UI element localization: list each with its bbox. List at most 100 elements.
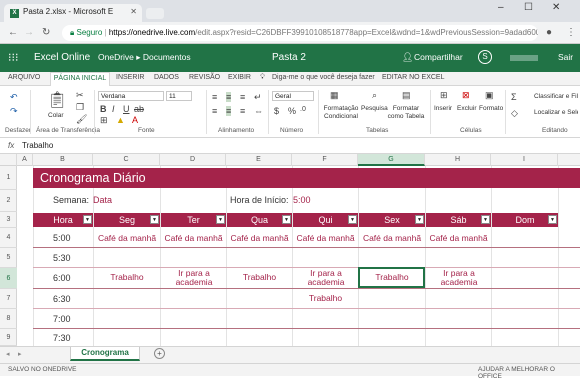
row-header[interactable]: 7 bbox=[0, 289, 17, 309]
paste-button[interactable]: Colar bbox=[48, 112, 64, 119]
search-button[interactable]: Pesquisa bbox=[361, 105, 388, 112]
schedule-title[interactable]: Cronograma Diário bbox=[33, 168, 580, 188]
signout-button[interactable]: Sair bbox=[558, 52, 573, 62]
worksheet[interactable]: Cronograma Diário Semana: Data Hora de I… bbox=[17, 166, 580, 346]
align-center-icon[interactable]: ≡ bbox=[226, 106, 232, 116]
filter-dropdown-icon[interactable]: ▼ bbox=[83, 215, 92, 224]
profile-icon[interactable]: ● bbox=[546, 27, 552, 38]
filter-dropdown-icon[interactable]: ▼ bbox=[348, 215, 357, 224]
undo-icon[interactable]: ↶ bbox=[10, 92, 18, 103]
clear-icon[interactable]: ◇ bbox=[511, 108, 518, 119]
row-header[interactable]: 5 bbox=[0, 248, 17, 268]
day-header-tue[interactable]: Ter ▼ bbox=[161, 213, 226, 227]
filter-dropdown-icon[interactable]: ▼ bbox=[216, 215, 225, 224]
tab-review[interactable]: REVISÃO bbox=[189, 74, 220, 81]
filter-dropdown-icon[interactable]: ▼ bbox=[415, 215, 424, 224]
document-title[interactable]: Pasta 2 bbox=[272, 52, 306, 63]
time-cell[interactable]: 6:00 bbox=[53, 273, 71, 283]
share-button[interactable]: Compartilhar bbox=[414, 52, 463, 62]
delete-button[interactable]: Excluir bbox=[457, 105, 477, 112]
day-header-sat[interactable]: Sáb ▼ bbox=[426, 213, 491, 227]
browser-tab[interactable]: X Pasta 2.xlsx - Microsoft E ✕ bbox=[4, 4, 142, 22]
tell-me-input[interactable]: Diga-me o que você deseja fazer bbox=[272, 74, 375, 81]
column-header[interactable]: G bbox=[358, 154, 425, 166]
row-header[interactable]: 9 bbox=[0, 329, 17, 346]
schedule-cell[interactable]: Café da manhã bbox=[161, 234, 226, 243]
insert-button[interactable]: Inserir bbox=[434, 105, 452, 112]
search-icon[interactable]: ⌕ bbox=[372, 90, 377, 101]
url-input[interactable]: 🔒︎ Seguro | https://onedrive.live.com/ed… bbox=[62, 25, 538, 41]
column-header[interactable]: F bbox=[292, 154, 358, 166]
browser-menu-icon[interactable]: ⋮ bbox=[566, 27, 576, 38]
column-header[interactable]: I bbox=[491, 154, 558, 166]
day-header-wed[interactable]: Qua ▼ bbox=[227, 213, 292, 227]
minimize-icon[interactable]: – bbox=[498, 2, 504, 13]
skype-icon[interactable]: S bbox=[478, 50, 492, 64]
conditional-format-icon[interactable]: ▦ bbox=[330, 90, 339, 101]
tab-file[interactable]: ARQUIVO bbox=[8, 74, 40, 81]
row-header[interactable]: 6 bbox=[0, 268, 17, 289]
conditional-format-button[interactable]: Formatação Condicional bbox=[320, 105, 362, 121]
delete-cells-icon[interactable]: ⊠ bbox=[462, 90, 470, 101]
align-bottom-icon[interactable]: ≡ bbox=[240, 92, 245, 102]
fx-icon[interactable]: fx bbox=[8, 141, 14, 150]
schedule-cell[interactable]: Trabalho bbox=[293, 294, 358, 303]
increase-decimal-icon[interactable]: .0 bbox=[300, 106, 306, 113]
column-header[interactable]: B bbox=[33, 154, 93, 166]
close-tab-icon[interactable]: ✕ bbox=[130, 7, 137, 16]
add-sheet-icon[interactable]: + bbox=[154, 348, 165, 359]
wrap-text-icon[interactable]: ↵ bbox=[254, 92, 262, 103]
schedule-cell[interactable]: Ir para a academia bbox=[438, 269, 480, 287]
format-table-button[interactable]: Formatar como Tabela bbox=[385, 105, 427, 121]
underline-icon[interactable]: U bbox=[123, 104, 130, 114]
format-cells-icon[interactable]: ▣ bbox=[485, 90, 494, 101]
close-window-icon[interactable]: ✕ bbox=[552, 2, 560, 13]
merge-center-icon[interactable]: ⇔ bbox=[254, 106, 263, 116]
sort-filter-button[interactable]: Classificar e Filtrar bbox=[534, 93, 578, 100]
hour-header[interactable]: Hora ▼ bbox=[33, 213, 93, 227]
row-header[interactable]: 8 bbox=[0, 309, 17, 329]
new-tab-button[interactable] bbox=[146, 8, 164, 19]
filter-dropdown-icon[interactable]: ▼ bbox=[481, 215, 490, 224]
breadcrumb[interactable]: OneDrive ▸ Documentos bbox=[98, 52, 191, 63]
column-header[interactable]: C bbox=[93, 154, 160, 166]
italic-icon[interactable]: I bbox=[112, 104, 115, 114]
percent-icon[interactable]: % bbox=[288, 106, 296, 116]
column-header[interactable]: E bbox=[226, 154, 292, 166]
tab-view[interactable]: EXIBIR bbox=[228, 74, 251, 81]
font-color-icon[interactable]: A bbox=[132, 115, 138, 125]
scroll-next-sheet-icon[interactable]: ▸ bbox=[18, 350, 22, 358]
cut-icon[interactable]: ✂ bbox=[76, 90, 84, 101]
day-header-thu[interactable]: Qui ▼ bbox=[293, 213, 358, 227]
day-header-fri[interactable]: Sex ▼ bbox=[359, 213, 425, 227]
number-format-select[interactable]: Geral bbox=[272, 91, 314, 101]
schedule-cell[interactable]: Café da manhã bbox=[359, 234, 425, 243]
start-time-value[interactable]: 5:00 bbox=[293, 195, 311, 205]
align-middle-icon[interactable]: ≡ bbox=[226, 92, 232, 102]
share-icon[interactable]: 👤︎ bbox=[402, 52, 413, 63]
borders-icon[interactable]: ⊞ bbox=[100, 115, 108, 126]
currency-icon[interactable]: $ bbox=[274, 106, 279, 116]
column-header[interactable]: H bbox=[425, 154, 491, 166]
tab-insert[interactable]: INSERIR bbox=[116, 74, 144, 81]
select-all-corner[interactable] bbox=[0, 154, 17, 166]
day-header-sun[interactable]: Dom ▼ bbox=[492, 213, 558, 227]
format-table-icon[interactable]: ▤ bbox=[402, 90, 411, 101]
schedule-cell[interactable]: Trabalho bbox=[227, 273, 292, 282]
font-size-select[interactable]: 11 bbox=[166, 91, 192, 101]
forward-icon[interactable]: → bbox=[24, 27, 34, 38]
font-name-select[interactable]: Verdana bbox=[98, 91, 164, 101]
tab-home[interactable]: PÁGINA INICIAL bbox=[50, 72, 110, 86]
day-header-mon[interactable]: Seg ▼ bbox=[94, 213, 160, 227]
maximize-icon[interactable]: ☐ bbox=[524, 2, 533, 13]
time-cell[interactable]: 5:00 bbox=[53, 233, 71, 243]
schedule-cell[interactable]: Café da manhã bbox=[426, 234, 491, 243]
reload-icon[interactable]: ↻ bbox=[42, 27, 50, 38]
row-header[interactable]: 4 bbox=[0, 228, 17, 248]
time-cell[interactable]: 5:30 bbox=[53, 253, 71, 263]
format-button[interactable]: Formato bbox=[479, 105, 503, 112]
tab-edit-in-excel[interactable]: EDITAR NO EXCEL bbox=[382, 74, 445, 81]
time-cell[interactable]: 7:30 bbox=[53, 333, 71, 343]
bold-icon[interactable]: B bbox=[100, 104, 107, 114]
align-left-icon[interactable]: ≡ bbox=[212, 106, 217, 116]
